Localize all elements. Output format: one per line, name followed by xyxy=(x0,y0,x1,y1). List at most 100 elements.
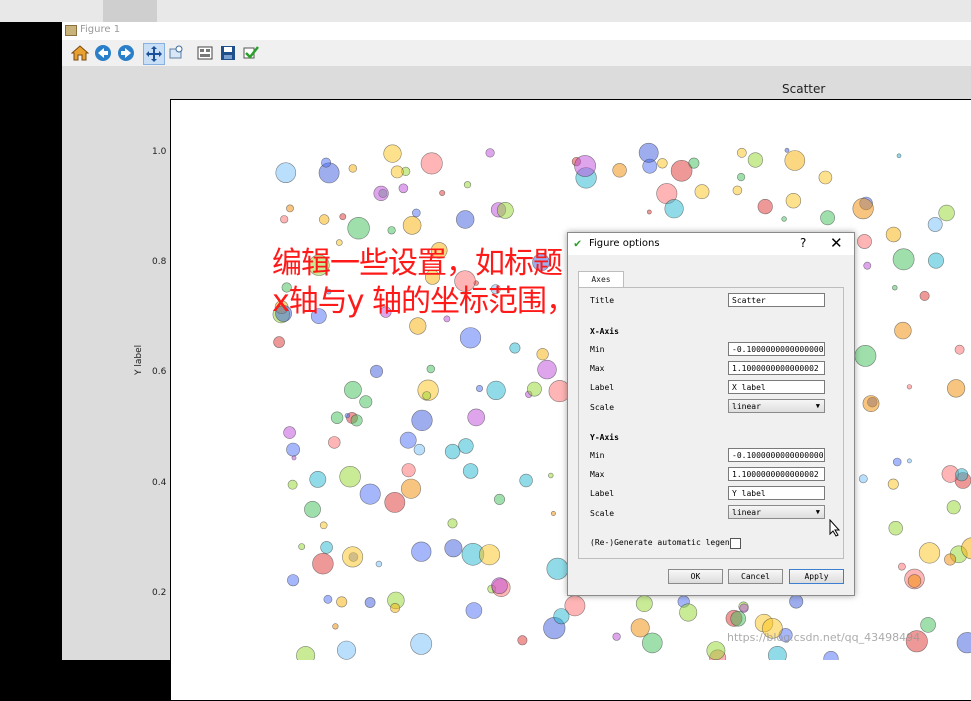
scatter-point xyxy=(492,578,508,594)
x-max-field[interactable]: 1.1000000000000002 xyxy=(728,361,825,375)
scatter-point xyxy=(376,561,382,567)
scatter-point xyxy=(731,611,746,626)
scatter-point xyxy=(518,636,527,645)
scatter-point xyxy=(468,409,485,426)
scatter-point xyxy=(547,558,568,579)
scatter-point xyxy=(853,198,874,219)
scatter-point xyxy=(414,444,425,455)
scatter-point xyxy=(460,328,481,349)
scatter-point xyxy=(459,439,474,454)
scatter-point xyxy=(412,542,432,562)
scatter-point xyxy=(737,148,746,157)
dialog-title-bar: ✔ Figure options ? ✕ xyxy=(568,233,854,255)
scatter-point xyxy=(463,464,478,479)
tab-axes[interactable]: Axes xyxy=(578,271,624,288)
x-label-label: Label xyxy=(590,383,614,392)
scatter-point xyxy=(360,484,380,504)
x-label-field[interactable]: X label xyxy=(728,380,825,394)
mouse-cursor-icon xyxy=(829,519,841,537)
scatter-point xyxy=(286,205,293,212)
apply-button[interactable]: Apply xyxy=(789,569,844,584)
scatter-point xyxy=(374,186,389,201)
scatter-point xyxy=(642,633,662,653)
scatter-point xyxy=(689,158,699,168)
scatter-point xyxy=(349,165,357,173)
scatter-point xyxy=(957,632,971,653)
scatter-point xyxy=(319,215,329,225)
scatter-point xyxy=(299,544,305,550)
y-max-field[interactable]: 1.1000000000000002 xyxy=(728,467,825,481)
scatter-point xyxy=(466,603,482,619)
scatter-point xyxy=(921,617,936,632)
scatter-point xyxy=(348,217,370,239)
scatter-point xyxy=(857,234,871,248)
scatter-point xyxy=(928,253,943,268)
y-min-field[interactable]: -0.10000000000000001 xyxy=(728,448,825,462)
x-min-field[interactable]: -0.10000000000000001 xyxy=(728,342,825,356)
scatter-point xyxy=(748,153,763,168)
scatter-point xyxy=(287,575,298,586)
y-scale-label: Scale xyxy=(590,509,614,518)
help-button[interactable]: ? xyxy=(800,236,806,250)
scatter-point xyxy=(351,415,362,426)
scatter-point xyxy=(893,458,901,466)
scatter-point xyxy=(647,210,651,214)
scatter-point xyxy=(527,382,541,396)
x-max-label: Max xyxy=(590,364,604,373)
title-field[interactable]: Scatter xyxy=(728,293,825,307)
ok-button[interactable]: OK xyxy=(668,569,723,584)
cancel-button[interactable]: Cancel xyxy=(728,569,783,584)
scatter-point xyxy=(345,413,350,418)
scatter-point xyxy=(399,184,408,193)
scatter-point xyxy=(575,155,596,176)
scatter-point xyxy=(292,456,296,460)
scatter-point xyxy=(889,521,903,535)
figure-options-dialog: ✔ Figure options ? ✕ Axes Title Scatter … xyxy=(567,232,855,596)
check-icon: ✔ xyxy=(574,236,581,250)
scatter-point xyxy=(333,624,339,630)
scatter-point xyxy=(427,365,435,373)
scatter-point xyxy=(782,217,787,222)
x-scale-select[interactable]: linear▼ xyxy=(728,399,825,413)
scatter-point xyxy=(296,646,314,660)
legend-checkbox[interactable] xyxy=(730,538,741,549)
scatter-point xyxy=(908,575,921,588)
scatter-point xyxy=(391,166,403,178)
scatter-point xyxy=(423,392,431,400)
scatter-point xyxy=(510,343,520,353)
scatter-point xyxy=(370,365,382,377)
y-label-field[interactable]: Y label xyxy=(728,486,825,500)
scatter-point xyxy=(337,597,347,607)
scatter-point xyxy=(340,466,361,487)
legend-label: (Re-)Generate automatic legend xyxy=(590,538,735,547)
scatter-point xyxy=(737,173,745,181)
scatter-point xyxy=(497,202,513,218)
scatter-point xyxy=(907,385,912,390)
scatter-point xyxy=(284,427,296,439)
scatter-point xyxy=(695,185,709,199)
scatter-point xyxy=(955,345,964,354)
scatter-point xyxy=(321,158,330,167)
scatter-point xyxy=(388,227,396,235)
scatter-point xyxy=(456,211,474,229)
y-scale-select[interactable]: linear▼ xyxy=(728,505,825,519)
scatter-point xyxy=(758,199,773,214)
scatter-point xyxy=(944,554,955,565)
scatter-point xyxy=(476,385,482,391)
scatter-point xyxy=(613,633,621,641)
chevron-down-icon: ▼ xyxy=(816,400,820,413)
y-label-label: Label xyxy=(590,489,614,498)
scatter-point xyxy=(287,443,300,456)
close-icon[interactable]: ✕ xyxy=(830,234,843,252)
scatter-point xyxy=(331,412,343,424)
scatter-point xyxy=(400,432,416,448)
scatter-point xyxy=(304,501,320,517)
scatter-point xyxy=(768,646,786,660)
scatter-point xyxy=(401,479,420,498)
scatter-point xyxy=(340,214,346,220)
scatter-point xyxy=(939,205,955,221)
scatter-point xyxy=(928,217,942,231)
scatter-point xyxy=(898,563,905,570)
scatter-point xyxy=(385,492,405,512)
scatter-point xyxy=(855,345,876,366)
